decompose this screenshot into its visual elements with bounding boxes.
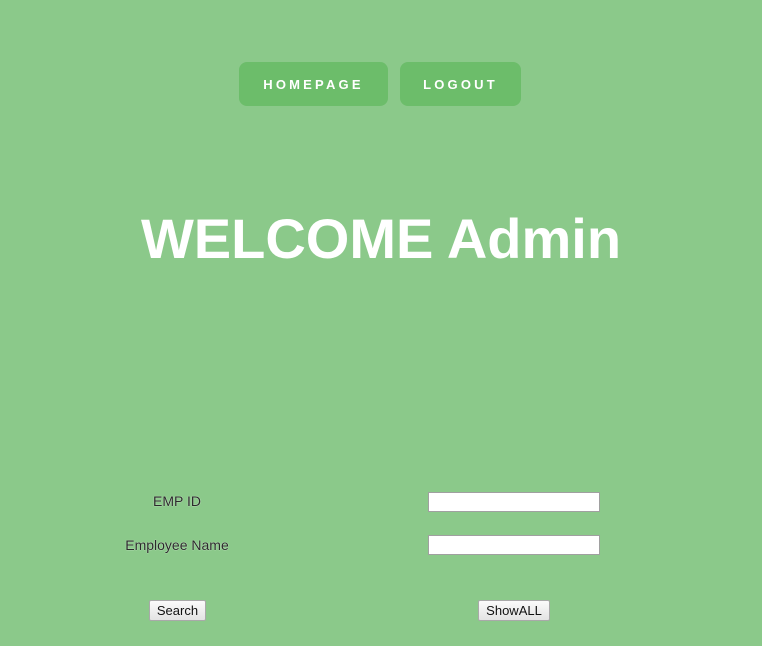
show-all-button[interactable]: ShowALL: [478, 600, 550, 621]
emp-id-input[interactable]: [428, 492, 600, 512]
search-button[interactable]: Search: [149, 600, 206, 621]
logout-button[interactable]: LOGOUT: [400, 62, 521, 106]
employee-name-input[interactable]: [428, 535, 600, 555]
emp-id-label: EMP ID: [153, 493, 201, 509]
homepage-button[interactable]: HOMEPAGE: [239, 62, 388, 106]
welcome-heading: WELCOME Admin: [140, 207, 622, 270]
employee-name-label: Employee Name: [125, 537, 229, 553]
